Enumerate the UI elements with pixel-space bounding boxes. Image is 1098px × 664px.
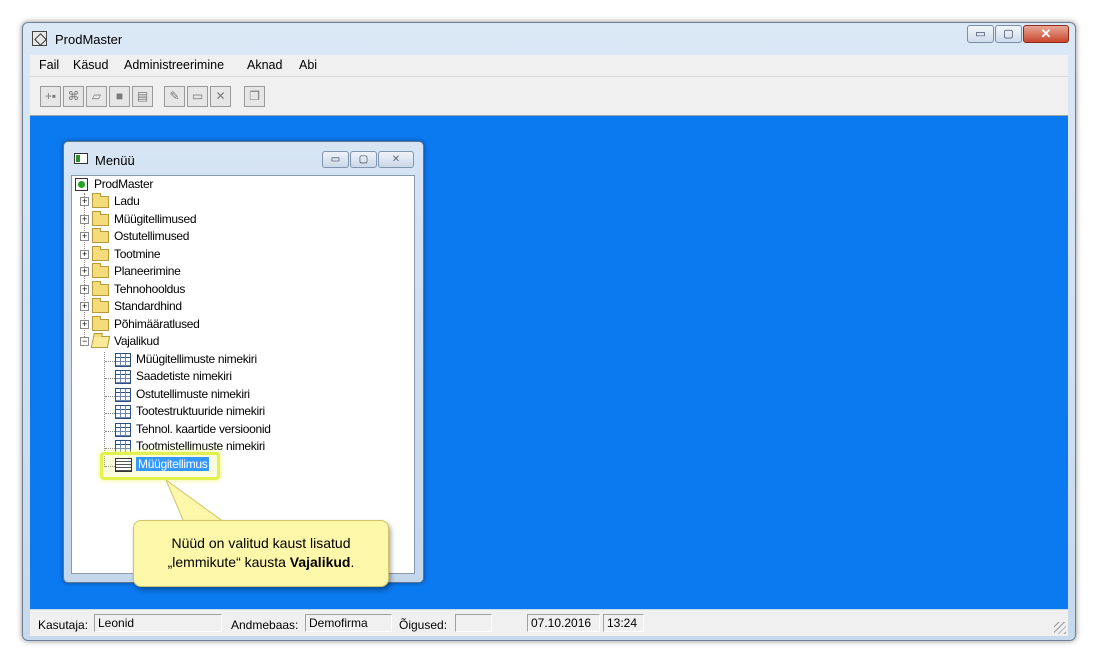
time-value: 13:24 xyxy=(603,614,644,632)
menu-window-controls: ▭ ▢ ✕ xyxy=(321,151,414,168)
menu-window-icon[interactable] xyxy=(74,153,88,164)
menu-maximize-button[interactable]: ▢ xyxy=(350,151,377,168)
tree-label: Vajalikud xyxy=(114,334,160,348)
open-window-icon[interactable]: ▭ xyxy=(187,86,208,107)
folder-icon xyxy=(92,298,109,313)
tree-line xyxy=(105,413,115,414)
menu-close-button[interactable]: ✕ xyxy=(378,151,414,168)
callout-line2-text: „lemmikute“ kausta xyxy=(167,554,290,570)
user-value: Leonid xyxy=(94,614,222,632)
tree-label: Tootmine xyxy=(114,247,161,261)
root-icon xyxy=(75,178,88,191)
copy-window-icon[interactable]: ❐ xyxy=(244,86,265,107)
expand-icon[interactable]: + xyxy=(80,215,89,224)
table-icon xyxy=(115,353,131,367)
expand-icon[interactable]: + xyxy=(80,302,89,311)
form-icon xyxy=(115,458,132,472)
date-value: 07.10.2016 xyxy=(527,614,600,632)
callout-line2: „lemmikute“ kausta Vajalikud. xyxy=(134,553,388,572)
tree-line xyxy=(105,396,115,397)
folder-icon xyxy=(92,211,109,226)
folder-icon xyxy=(92,263,109,278)
rights-value xyxy=(455,614,492,632)
tree-label-selected: Müügitellimus xyxy=(136,457,210,471)
table-icon xyxy=(115,423,131,437)
tree-label: Müügitellimuste nimekiri xyxy=(136,352,257,366)
folder-icon xyxy=(92,246,109,261)
delete-icon[interactable]: ✕ xyxy=(210,86,231,107)
new-record-icon[interactable]: +▪ xyxy=(40,86,61,107)
tree-line xyxy=(104,352,105,467)
folder-icon xyxy=(92,228,109,243)
toolbar: +▪ ⌘ ▱ ■ ▤ ✎ ▭ ✕ ❐ xyxy=(30,77,1068,116)
menu-kasud[interactable]: Käsud xyxy=(73,58,108,72)
stop-icon[interactable]: ■ xyxy=(109,86,130,107)
callout-line1: Nüüd on valitud kaust lisatud xyxy=(171,535,351,551)
close-button[interactable]: ✕ xyxy=(1023,25,1069,43)
table-icon xyxy=(115,370,131,384)
menu-minimize-button[interactable]: ▭ xyxy=(322,151,349,168)
title-bar[interactable]: ProdMaster ▭ ▢ ✕ xyxy=(23,23,1075,53)
tree-line xyxy=(105,378,115,379)
menu-bar: Fail Käsud Administreerimine Aknad Abi xyxy=(30,55,1068,77)
menu-fail[interactable]: Fail xyxy=(39,58,59,72)
table-icon xyxy=(115,405,131,419)
expand-icon[interactable]: + xyxy=(80,285,89,294)
document-icon[interactable]: ▤ xyxy=(132,86,153,107)
tree-line xyxy=(105,431,115,432)
db-value: Demofirma xyxy=(305,614,392,632)
expand-icon[interactable]: + xyxy=(80,250,89,259)
callout-pointer xyxy=(166,480,226,523)
user-label: Kasutaja: xyxy=(38,618,89,632)
app-title: ProdMaster xyxy=(55,32,123,47)
menu-window: Menüü ▭ ▢ ✕ ProdMaster + Ladu + Müügitel xyxy=(63,141,424,583)
tree-label: Planeerimine xyxy=(114,264,181,278)
menu-aknad[interactable]: Aknad xyxy=(247,58,282,72)
window-controls: ▭ ▢ ✕ xyxy=(966,25,1069,43)
resize-grip-icon[interactable] xyxy=(1054,622,1066,634)
maximize-button[interactable]: ▢ xyxy=(995,25,1022,43)
folder-icon xyxy=(92,316,109,331)
tree-label: Ladu xyxy=(114,194,140,208)
tree-label: Põhimääratlused xyxy=(114,317,200,331)
expand-icon[interactable]: + xyxy=(80,232,89,241)
tree-label: Tehnohooldus xyxy=(114,282,186,296)
tree-label: Saadetiste nimekiri xyxy=(136,369,232,383)
tree-line xyxy=(105,448,115,449)
menu-administreerimine[interactable]: Administreerimine xyxy=(124,58,224,72)
db-label: Andmebaas: xyxy=(231,618,299,632)
folder-icon xyxy=(92,193,109,208)
expand-icon[interactable]: + xyxy=(80,197,89,206)
menu-abi[interactable]: Abi xyxy=(299,58,317,72)
expand-icon[interactable]: + xyxy=(80,320,89,329)
binoculars-icon[interactable]: ⌘ xyxy=(63,86,84,107)
tree-label: Standardhind xyxy=(114,299,182,313)
menu-tree: ProdMaster + Ladu + Müügitellimused + Os… xyxy=(71,175,415,574)
expand-icon[interactable]: + xyxy=(80,267,89,276)
tree-label: Tootmistellimuste nimekiri xyxy=(136,439,265,453)
tree-label: ProdMaster xyxy=(94,177,154,191)
tree-label: Tootestruktuuride nimekiri xyxy=(136,404,265,418)
status-bar: Kasutaja: Leonid Andmebaas: Demofirma Õi… xyxy=(30,610,1068,636)
open-folder-icon xyxy=(90,336,111,348)
tree-label: Ostutellimuste nimekiri xyxy=(136,387,250,401)
tutorial-callout: Nüüd on valitud kaust lisatud „lemmikute… xyxy=(133,520,389,587)
table-icon xyxy=(115,388,131,402)
tree-label: Müügitellimused xyxy=(114,212,197,226)
minimize-button[interactable]: ▭ xyxy=(967,25,994,43)
eraser-icon[interactable]: ▱ xyxy=(86,86,107,107)
menu-window-title: Menüü xyxy=(95,153,135,168)
tools-icon[interactable]: ✎ xyxy=(164,86,185,107)
callout-folder-name: Vajalikud xyxy=(289,554,351,570)
callout-line2-end: . xyxy=(350,554,355,570)
tree-label: Tehnol. kaartide versioonid xyxy=(136,422,271,436)
tree-label: Ostutellimused xyxy=(114,229,190,243)
app-icon[interactable] xyxy=(32,31,47,46)
rights-label: Õigused: xyxy=(399,618,448,632)
collapse-icon[interactable]: − xyxy=(80,337,89,346)
tree-line xyxy=(105,361,115,362)
folder-icon xyxy=(92,281,109,296)
